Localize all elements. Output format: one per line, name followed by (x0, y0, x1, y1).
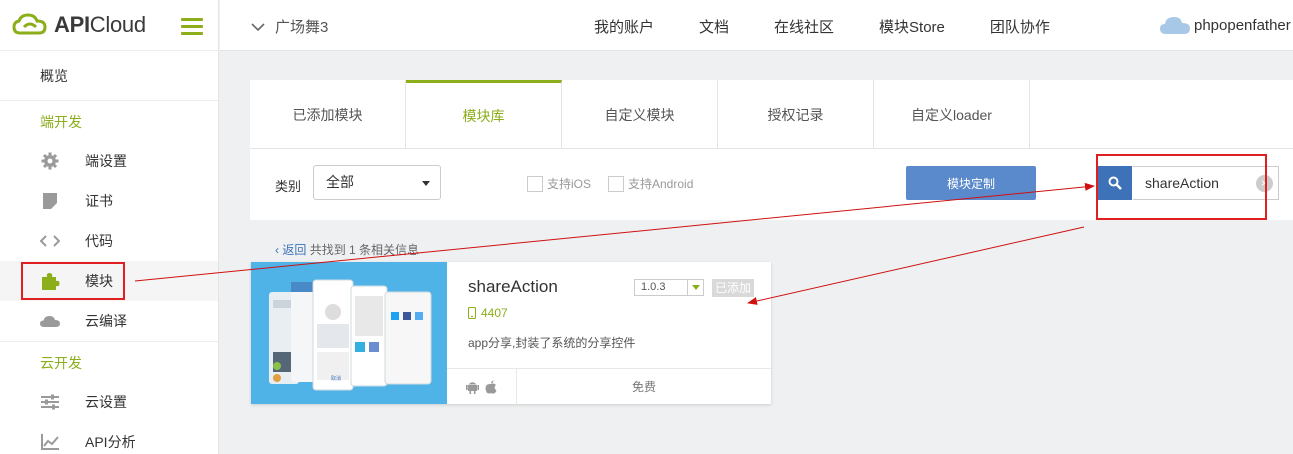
sidebar-item-cloud-settings[interactable]: 云设置 (0, 382, 218, 422)
project-name: 广场舞3 (275, 19, 329, 36)
sidebar-item-client-settings[interactable]: 端设置 (0, 141, 218, 181)
sidebar-item-label: 端设置 (85, 153, 127, 169)
caret-down-icon (422, 181, 430, 186)
checkbox-box (527, 175, 543, 192)
top-bar: 广场舞3 我的账户 文档 在线社区 模块Store 团队协作 phpopenfa… (220, 0, 1293, 51)
tab-custom-modules[interactable]: 自定义模块 (562, 80, 718, 149)
nav-my-account[interactable]: 我的账户 (594, 16, 654, 37)
added-badge: 已添加 (712, 279, 755, 297)
nav-docs[interactable]: 文档 (699, 16, 729, 37)
checkbox-box (608, 175, 624, 192)
sidebar-item-api-analysis[interactable]: API分析 (0, 422, 218, 454)
annotation-arrow-to-added (747, 226, 1085, 305)
ios-label: 支持iOS (547, 177, 592, 191)
gear-icon (40, 151, 60, 171)
sidebar-item-certificate[interactable]: 证书 (0, 181, 218, 221)
chevron-down-icon (251, 20, 265, 34)
tab-custom-loader[interactable]: 自定义loader (874, 80, 1030, 149)
annotation-box-search (1096, 154, 1267, 220)
code-icon (40, 231, 60, 251)
android-label: 支持Android (628, 177, 694, 191)
platform-icons (447, 369, 517, 405)
nav-community[interactable]: 在线社区 (774, 16, 834, 37)
tab-module-library[interactable]: 模块库 (406, 80, 562, 149)
back-link[interactable]: ‹ 返回 (275, 243, 306, 257)
ios-checkbox[interactable]: 支持iOS (527, 175, 591, 192)
section-cloud-dev: 云开发 (40, 355, 82, 371)
module-preview-image: 取消 (251, 262, 447, 404)
username: phpopenfather (1194, 16, 1291, 34)
sidebar-item-label: API分析 (85, 434, 136, 450)
logo-text: APICloud (54, 12, 146, 37)
user-avatar-icon (1160, 17, 1190, 34)
result-summary: ‹ 返回 共找到 1 条相关信息 (275, 241, 419, 258)
phone-icon (468, 307, 476, 319)
apple-icon (485, 380, 497, 394)
sidebar-item-code[interactable]: 代码 (0, 221, 218, 261)
module-card-footer: 免费 (447, 368, 771, 405)
sidebar: APICloud 概览 端开发 端设置 证书 代码 模块 云编译 云开发 云设置… (0, 0, 219, 454)
cloud-icon (40, 311, 60, 331)
nav-team[interactable]: 团队协作 (990, 16, 1050, 37)
user-menu[interactable]: phpopenfather (1160, 16, 1291, 34)
nav-module-store[interactable]: 模块Store (879, 16, 945, 37)
download-count: 4407 (468, 306, 508, 320)
custom-module-button[interactable]: 模块定制 (906, 166, 1036, 200)
caret-down-icon (687, 280, 703, 295)
module-card[interactable]: 取消 shareAction 1.0.3 已添加 4407 app分享,封装了系… (251, 262, 771, 405)
apicloud-logo-icon (12, 13, 47, 35)
sidebar-item-label: 代码 (85, 233, 113, 249)
project-switcher[interactable]: 广场舞3 (251, 16, 328, 37)
android-icon (466, 382, 479, 394)
annotation-box-modules (21, 262, 125, 300)
module-description: app分享,封装了系统的分享控件 (468, 336, 636, 350)
menu-toggle-icon[interactable] (181, 18, 203, 35)
version-value: 1.0.3 (641, 281, 666, 293)
version-select[interactable]: 1.0.3 (634, 279, 704, 296)
module-name[interactable]: shareAction (468, 277, 558, 297)
category-select[interactable]: 全部 (313, 165, 441, 200)
top-nav: 我的账户 文档 在线社区 模块Store 团队协作 (594, 16, 1095, 37)
section-client-dev: 端开发 (40, 114, 82, 130)
price-label: 免费 (631, 380, 656, 394)
tab-license-records[interactable]: 授权记录 (718, 80, 874, 149)
tab-bar: 已添加模块 模块库 自定义模块 授权记录 自定义loader (250, 80, 1293, 149)
sliders-icon (40, 392, 60, 412)
svg-text:取消: 取消 (331, 375, 341, 382)
result-count: 共找到 1 条相关信息 (309, 243, 420, 257)
sidebar-item-label: 云编译 (85, 313, 127, 329)
sidebar-item-cloud-build[interactable]: 云编译 (0, 301, 218, 341)
certificate-icon (40, 191, 60, 211)
category-value: 全部 (326, 174, 354, 190)
app-root: APICloud 概览 端开发 端设置 证书 代码 模块 云编译 云开发 云设置… (0, 0, 1293, 454)
sidebar-item-overview[interactable]: 概览 (0, 51, 218, 101)
android-checkbox[interactable]: 支持Android (608, 175, 693, 192)
module-info: shareAction 1.0.3 已添加 4407 app分享,封装了系统的分… (447, 262, 771, 368)
category-label: 类别 (275, 179, 302, 194)
chart-icon (40, 432, 60, 452)
sidebar-item-label: 证书 (85, 193, 113, 209)
sidebar-item-label: 云设置 (85, 394, 127, 410)
tab-added-modules[interactable]: 已添加模块 (250, 80, 406, 149)
